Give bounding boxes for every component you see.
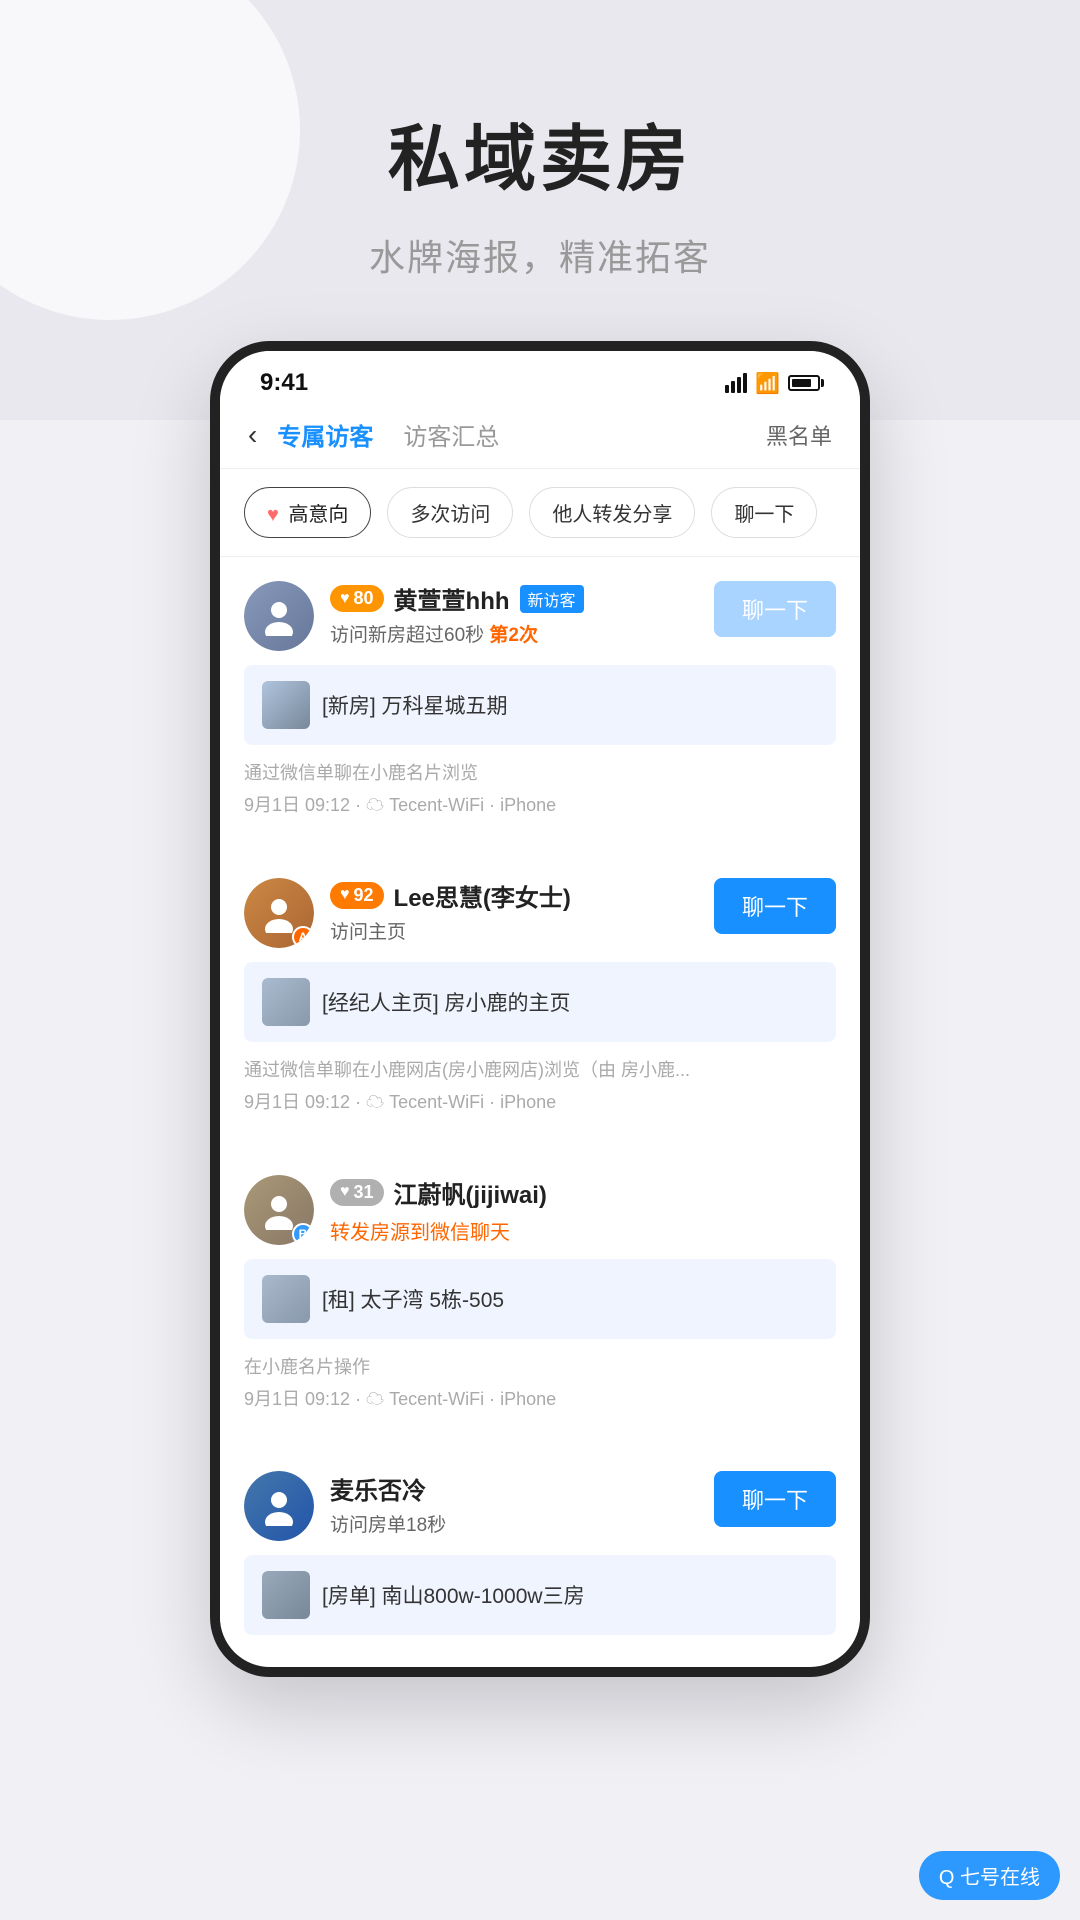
- phone-time: 9:41: [260, 369, 308, 397]
- share-status: 转发房源到微信聊天: [330, 1216, 836, 1245]
- property-card[interactable]: [房单] 南山800w-1000w三房: [244, 1555, 836, 1635]
- visitor-info: ♥ 80 黄萱萱hhh 新访客 访问新房超过60秒 第2次: [330, 581, 698, 647]
- chat-button[interactable]: 聊一下: [714, 878, 836, 934]
- property-name: [经纪人主页] 房小鹿的主页: [322, 987, 571, 1017]
- heart-icon: ♥: [267, 504, 279, 526]
- visitor-name-row: ♥ 92 Lee思慧(李女士): [330, 878, 698, 913]
- visitor-header: ♥ 80 黄萱萱hhh 新访客 访问新房超过60秒 第2次 聊一下: [244, 581, 836, 651]
- visitor-card: B ♥ 31 江蔚帆(jijiwai) 转发房源到微信聊天: [220, 1151, 860, 1436]
- avatar: B: [244, 1175, 314, 1245]
- phone-wrapper: 9:41 📶 ‹ 专属访客 访客汇总 黑名单: [0, 341, 1080, 1677]
- visitor-name-row: 麦乐否冷: [330, 1471, 698, 1506]
- chat-button[interactable]: 聊一下: [714, 1471, 836, 1527]
- watermark: Q 七号在线: [919, 1851, 1060, 1900]
- visitor-list: ♥ 80 黄萱萱hhh 新访客 访问新房超过60秒 第2次 聊一下: [220, 557, 860, 1655]
- tab-summary[interactable]: 访客汇总: [403, 417, 499, 452]
- filter-bar: ♥ 高意向 多次访问 他人转发分享 聊一下: [220, 469, 860, 557]
- battery-icon: [788, 375, 820, 391]
- property-card[interactable]: [经纪人主页] 房小鹿的主页: [244, 962, 836, 1042]
- status-bar: 9:41 📶: [220, 351, 860, 397]
- visitor-name: Lee思慧(李女士): [394, 878, 571, 913]
- tab-blacklist[interactable]: 黑名单: [766, 419, 832, 451]
- signal-icon: [725, 373, 747, 393]
- visitor-info: ♥ 31 江蔚帆(jijiwai) 转发房源到微信聊天: [330, 1175, 836, 1245]
- score-badge: ♥ 31: [330, 1179, 384, 1206]
- score-badge: ♥ 80: [330, 585, 384, 612]
- visitor-info: ♥ 92 Lee思慧(李女士) 访问主页: [330, 878, 698, 944]
- property-name: [租] 太子湾 5栋-505: [322, 1284, 504, 1314]
- visitor-header: 麦乐否冷 访问房单18秒 聊一下: [244, 1471, 836, 1541]
- hero-section: 私域卖房 水牌海报，精准拓客: [0, 0, 1080, 341]
- avatar: [244, 581, 314, 651]
- visitor-header: B ♥ 31 江蔚帆(jijiwai) 转发房源到微信聊天: [244, 1175, 836, 1245]
- visitor-card: A ♥ 92 Lee思慧(李女士) 访问主页 聊一下: [220, 854, 860, 1139]
- property-thumbnail: [262, 1275, 310, 1323]
- nav-bar: ‹ 专属访客 访客汇总 黑名单: [220, 397, 860, 469]
- visitor-card: ♥ 80 黄萱萱hhh 新访客 访问新房超过60秒 第2次 聊一下: [220, 557, 860, 842]
- hero-title: 私域卖房: [0, 100, 1080, 205]
- visitor-name-row: ♥ 80 黄萱萱hhh 新访客: [330, 581, 698, 616]
- visitor-name: 麦乐否冷: [330, 1471, 426, 1506]
- visitor-status: 访问新房超过60秒 第2次: [330, 620, 698, 647]
- chat-button[interactable]: 聊一下: [714, 581, 836, 637]
- visitor-name-row: ♥ 31 江蔚帆(jijiwai): [330, 1175, 836, 1210]
- filter-high-intent[interactable]: ♥ 高意向: [244, 487, 371, 538]
- property-name: [新房] 万科星城五期: [322, 690, 508, 720]
- property-card[interactable]: [新房] 万科星城五期: [244, 665, 836, 745]
- avatar: A: [244, 878, 314, 948]
- visitor-name: 黄萱萱hhh: [394, 581, 510, 616]
- visitor-status: 访问房单18秒: [330, 1510, 698, 1537]
- property-card[interactable]: [租] 太子湾 5栋-505: [244, 1259, 836, 1339]
- avatar: [244, 1471, 314, 1541]
- property-thumbnail: [262, 978, 310, 1026]
- visit-meta: 在小鹿名片操作 9月1日 09:12 · ☁ Tecent-WiFi · iPh…: [244, 1351, 836, 1416]
- visit-meta: 通过微信单聊在小鹿名片浏览 9月1日 09:12 · ☁ Tecent-WiFi…: [244, 757, 836, 822]
- nav-tabs: 专属访客 访客汇总: [277, 417, 766, 452]
- filter-chat[interactable]: 聊一下: [711, 487, 817, 538]
- visitor-name: 江蔚帆(jijiwai): [394, 1175, 547, 1210]
- phone-frame: 9:41 📶 ‹ 专属访客 访客汇总 黑名单: [210, 341, 870, 1677]
- property-thumbnail: [262, 1571, 310, 1619]
- property-name: [房单] 南山800w-1000w三房: [322, 1580, 585, 1610]
- filter-multiple-visits[interactable]: 多次访问: [387, 487, 513, 538]
- score-badge: ♥ 92: [330, 882, 384, 909]
- tab-exclusive[interactable]: 专属访客: [277, 417, 373, 452]
- avatar-badge-a: A: [292, 926, 314, 948]
- hero-subtitle: 水牌海报，精准拓客: [0, 229, 1080, 281]
- back-button[interactable]: ‹: [248, 419, 257, 451]
- visitor-card: 麦乐否冷 访问房单18秒 聊一下 [房单] 南山800w-1000w三房: [220, 1447, 860, 1655]
- visit-meta: 通过微信单聊在小鹿网店(房小鹿网店)浏览（由 房小鹿... 9月1日 09:12…: [244, 1054, 836, 1119]
- visitor-info: 麦乐否冷 访问房单18秒: [330, 1471, 698, 1537]
- wifi-icon: 📶: [755, 371, 780, 396]
- avatar-badge-b: B: [292, 1223, 314, 1245]
- status-icons: 📶: [725, 371, 820, 396]
- visitor-status: 访问主页: [330, 917, 698, 944]
- property-thumbnail: [262, 681, 310, 729]
- new-visitor-badge: 新访客: [520, 585, 584, 613]
- visitor-header: A ♥ 92 Lee思慧(李女士) 访问主页 聊一下: [244, 878, 836, 948]
- filter-shared[interactable]: 他人转发分享: [529, 487, 695, 538]
